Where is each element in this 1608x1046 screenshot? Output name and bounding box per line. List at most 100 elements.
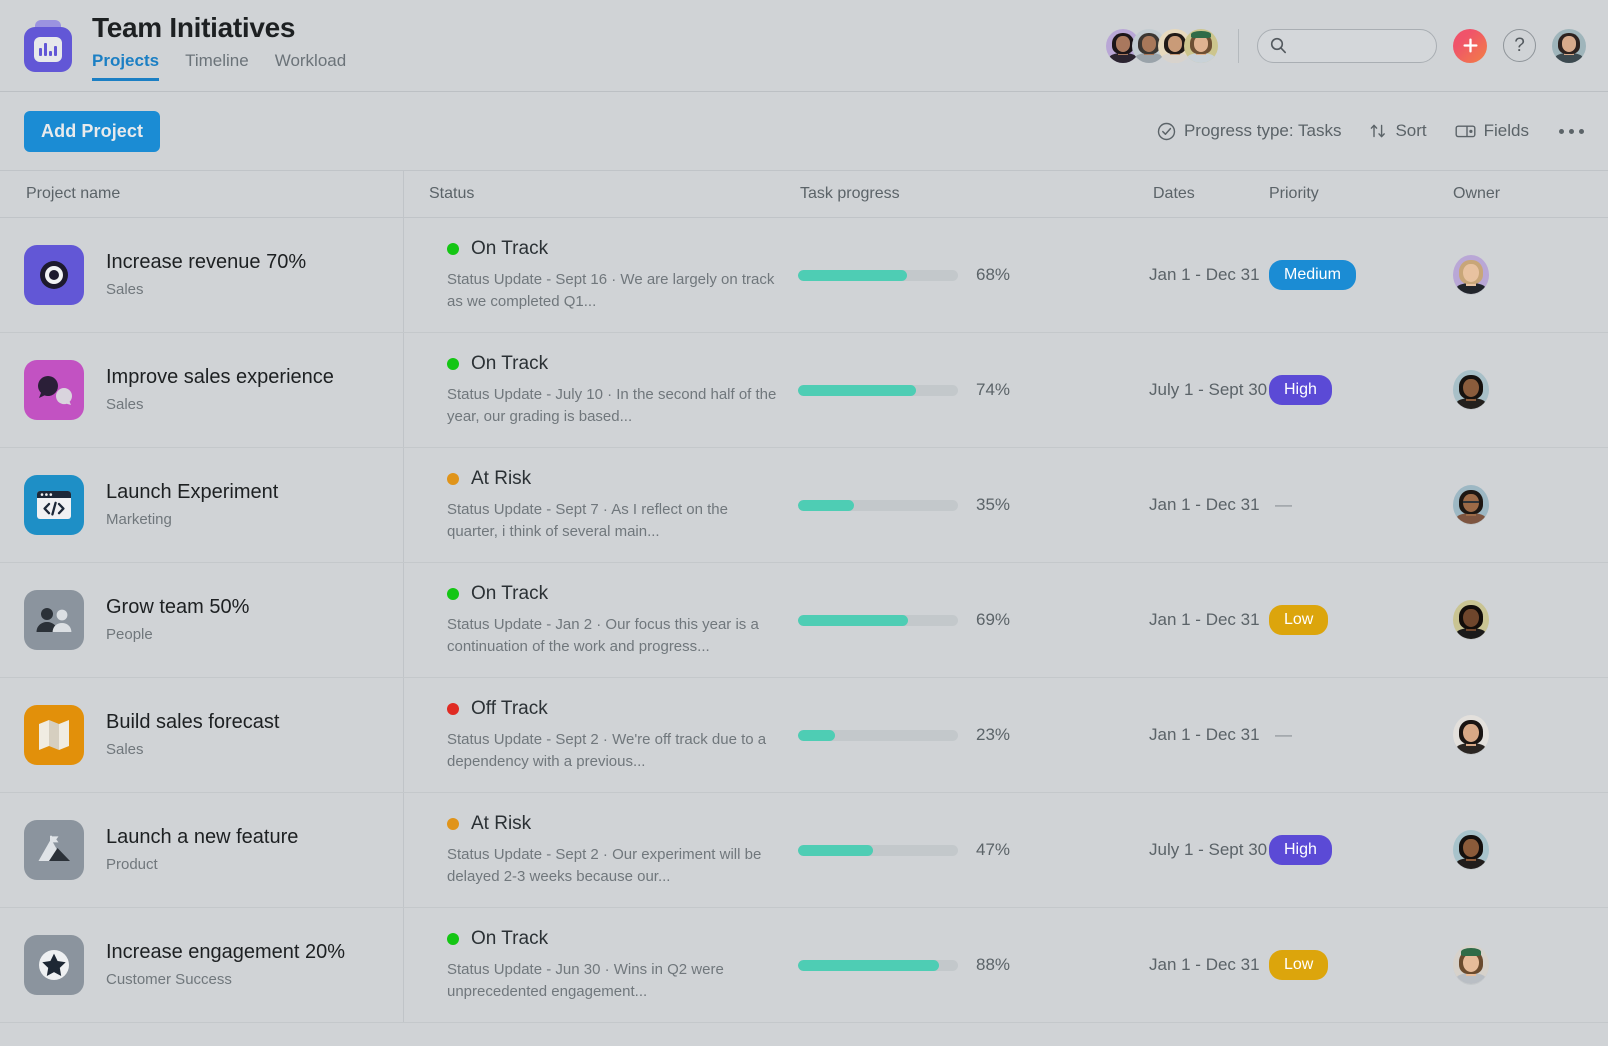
avatar[interactable] [1453,830,1489,870]
table-row[interactable]: Build sales forecast Sales Off Track Status… [0,678,1608,793]
dates-cell[interactable]: July 1 - Sept 30 [1067,793,1269,907]
header-divider [1238,28,1239,63]
status-cell[interactable]: On Track Status Update - Sept 16 · We are… [403,218,790,332]
project-name-cell[interactable]: Build sales forecast Sales [0,678,403,792]
status-badge[interactable]: High [1269,375,1332,405]
project-name-cell[interactable]: Grow team 50% People [0,563,403,677]
table-row[interactable]: Launch a new feature Product At Risk Status… [0,793,1608,908]
column-header-owner[interactable]: Owner [1451,185,1608,203]
fields-panel-icon [1455,125,1476,138]
sort-button[interactable]: Sort [1369,121,1427,141]
search-box[interactable] [1257,28,1437,63]
status-badge[interactable]: Medium [1269,260,1356,290]
project-name-cell[interactable]: Increase engagement 20% Customer Success [0,908,403,1022]
status-cell[interactable]: At Risk Status Update - Sept 2 · Our expe… [403,793,790,907]
priority-cell[interactable]: — [1269,448,1451,562]
status-badge[interactable]: Low [1269,950,1329,980]
status-label: On Track [471,582,549,604]
status-dot-icon [447,357,459,370]
task-progress-cell[interactable]: 23% [790,678,1067,792]
owner-cell[interactable] [1451,333,1608,447]
code-window-icon [24,475,84,535]
member-avatar-stack[interactable] [1106,28,1218,63]
status-cell[interactable]: On Track Status Update - Jun 30 · Wins in… [403,908,790,1022]
owner-cell[interactable] [1451,218,1608,332]
avatar[interactable] [1453,255,1489,295]
priority-cell[interactable]: Low [1269,563,1451,677]
project-name-cell[interactable]: Increase revenue 70% Sales [0,218,403,332]
task-progress-cell[interactable]: 69% [790,563,1067,677]
help-button[interactable]: ? [1503,29,1536,62]
fields-button[interactable]: Fields [1455,121,1529,141]
dates-cell[interactable]: Jan 1 - Dec 31 [1067,678,1269,792]
status-cell[interactable]: Off Track Status Update - Sept 2 · We're … [403,678,790,792]
status-badge[interactable]: Low [1269,605,1329,635]
owner-cell[interactable] [1451,793,1608,907]
task-progress-cell[interactable]: 68% [790,218,1067,332]
table-row[interactable]: Improve sales experience Sales On Track Sta… [0,333,1608,448]
table-row[interactable]: Launch Experiment Marketing At Risk Status … [0,448,1608,563]
column-header-dates[interactable]: Dates [1067,185,1269,203]
avatar[interactable] [1453,945,1489,985]
add-button[interactable] [1453,28,1487,63]
status-cell[interactable]: At Risk Status Update - Sept 7 · As I ref… [403,448,790,562]
search-input[interactable] [1295,37,1424,54]
project-name-cell[interactable]: Improve sales experience Sales [0,333,403,447]
priority-cell[interactable]: High [1269,333,1451,447]
dates-label: Jan 1 - Dec 31 [1149,725,1260,744]
task-progress-cell[interactable]: 35% [790,448,1067,562]
progress-bar [798,959,958,971]
status-cell[interactable]: On Track Status Update - July 10 · In the… [403,333,790,447]
more-horizontal-icon[interactable] [1557,123,1586,140]
dates-cell[interactable]: July 1 - Sept 30 [1067,333,1269,447]
avatar[interactable] [1453,370,1489,410]
avatar[interactable] [1453,600,1489,640]
dates-cell[interactable]: Jan 1 - Dec 31 [1067,908,1269,1022]
owner-cell[interactable] [1451,448,1608,562]
avatar[interactable] [1453,715,1489,755]
header-controls: ? [1106,28,1586,63]
owner-cell[interactable] [1451,563,1608,677]
table-row[interactable]: Increase engagement 20% Customer Success O… [0,908,1608,1023]
status-label: At Risk [471,812,532,834]
project-team: Sales [106,281,144,298]
progress-percent: 47% [976,840,1011,859]
add-project-button[interactable]: Add Project [24,110,161,152]
dates-cell[interactable]: Jan 1 - Dec 31 [1067,448,1269,562]
avatar[interactable] [1453,485,1489,525]
table-row[interactable]: Increase revenue 70% Sales On Track Status … [0,218,1608,333]
priority-cell[interactable]: Low [1269,908,1451,1022]
priority-cell[interactable]: Medium [1269,218,1451,332]
column-header-task-progress[interactable]: Task progress [790,185,1067,203]
status-cell[interactable]: On Track Status Update - Jan 2 · Our focu… [403,563,790,677]
status-badge[interactable]: High [1269,835,1332,865]
progress-type-button[interactable]: Progress type: Tasks [1157,121,1341,141]
column-header-project-name[interactable]: Project name [0,185,403,203]
dates-cell[interactable]: Jan 1 - Dec 31 [1067,563,1269,677]
column-header-priority[interactable]: Priority [1269,185,1451,203]
owner-cell[interactable] [1451,908,1608,1022]
owner-cell[interactable] [1451,678,1608,792]
project-title: Grow team 50% [106,596,250,618]
task-progress-cell[interactable]: 88% [790,908,1067,1022]
avatar[interactable] [1552,28,1586,63]
tab-timeline[interactable]: Timeline [185,47,249,81]
target-icon [24,245,84,305]
project-team: Sales [106,396,144,413]
project-name-cell[interactable]: Launch a new feature Product [0,793,403,907]
member-avatar-4[interactable] [1184,28,1218,63]
priority-cell[interactable]: High [1269,793,1451,907]
progress-bar [798,844,958,856]
priority-empty: — [1275,495,1292,514]
task-progress-cell[interactable]: 47% [790,793,1067,907]
project-name-cell[interactable]: Launch Experiment Marketing [0,448,403,562]
priority-cell[interactable]: — [1269,678,1451,792]
project-title: Increase engagement 20% [106,941,346,963]
tab-projects[interactable]: Projects [92,47,159,81]
tab-workload[interactable]: Workload [275,47,347,81]
dates-label: Jan 1 - Dec 31 [1149,610,1260,629]
column-header-status[interactable]: Status [403,185,790,203]
task-progress-cell[interactable]: 74% [790,333,1067,447]
dates-cell[interactable]: Jan 1 - Dec 31 [1067,218,1269,332]
table-row[interactable]: Grow team 50% People On Track Status Update… [0,563,1608,678]
